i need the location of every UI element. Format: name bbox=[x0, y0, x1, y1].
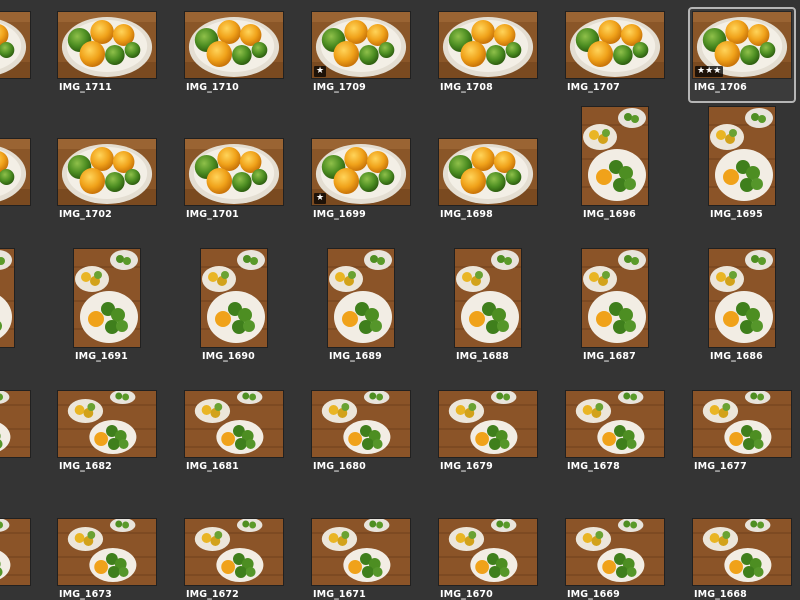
photo-filename-label: IMG_1690 bbox=[202, 351, 255, 362]
photo-browser-grid[interactable]: IMG_1711 IMG_1710 ★ IMG_1709 IMG_1708 IM… bbox=[0, 0, 800, 600]
photo-filename-label: IMG_1688 bbox=[456, 351, 509, 362]
photo-filename-label: IMG_1695 bbox=[710, 209, 763, 220]
photo-thumbnail[interactable] bbox=[582, 107, 648, 205]
photo-thumbnail[interactable] bbox=[58, 12, 156, 78]
photo-thumbnail[interactable]: ★ bbox=[312, 139, 410, 205]
photo-thumbnail[interactable] bbox=[455, 249, 521, 347]
photo-filename-label: IMG_1698 bbox=[440, 209, 493, 220]
photo-filename-label: IMG_1708 bbox=[440, 82, 493, 93]
photo-thumbnail[interactable] bbox=[312, 519, 410, 585]
photo-filename-label: IMG_1673 bbox=[59, 589, 112, 600]
photo-filename-label: IMG_1701 bbox=[186, 209, 239, 220]
photo-filename-label: IMG_1706 bbox=[694, 82, 747, 93]
photo-thumbnail[interactable] bbox=[201, 249, 267, 347]
photo-thumbnail[interactable] bbox=[185, 139, 283, 205]
photo-thumbnail[interactable] bbox=[185, 519, 283, 585]
photo-filename-label: IMG_1680 bbox=[313, 461, 366, 472]
photo-filename-label: IMG_1678 bbox=[567, 461, 620, 472]
photo-thumbnail[interactable] bbox=[0, 139, 30, 205]
photo-filename-label: IMG_1669 bbox=[567, 589, 620, 600]
photo-filename-label: IMG_1689 bbox=[329, 351, 382, 362]
photo-filename-label: IMG_1670 bbox=[440, 589, 493, 600]
photo-filename-label: IMG_1710 bbox=[186, 82, 239, 93]
photo-thumbnail[interactable] bbox=[566, 519, 664, 585]
photo-thumbnail[interactable] bbox=[185, 12, 283, 78]
photo-thumbnail[interactable] bbox=[439, 12, 537, 78]
photo-thumbnail[interactable] bbox=[328, 249, 394, 347]
photo-filename-label: IMG_1677 bbox=[694, 461, 747, 472]
photo-thumbnail[interactable] bbox=[566, 391, 664, 457]
photo-thumbnail[interactable] bbox=[0, 12, 30, 78]
photo-filename-label: IMG_1679 bbox=[440, 461, 493, 472]
photo-thumbnail[interactable] bbox=[58, 139, 156, 205]
photo-thumbnail[interactable] bbox=[0, 249, 14, 347]
photo-thumbnail[interactable] bbox=[439, 139, 537, 205]
photo-thumbnail[interactable] bbox=[185, 391, 283, 457]
photo-thumbnail[interactable] bbox=[693, 391, 791, 457]
photo-thumbnail[interactable] bbox=[709, 249, 775, 347]
photo-filename-label: IMG_1682 bbox=[59, 461, 112, 472]
photo-thumbnail[interactable] bbox=[693, 519, 791, 585]
photo-thumbnail[interactable] bbox=[58, 519, 156, 585]
photo-filename-label: IMG_1709 bbox=[313, 82, 366, 93]
photo-filename-label: IMG_1691 bbox=[75, 351, 128, 362]
photo-thumbnail[interactable] bbox=[312, 391, 410, 457]
photo-filename-label: IMG_1686 bbox=[710, 351, 763, 362]
star-rating-badge: ★★★ bbox=[695, 66, 724, 77]
photo-filename-label: IMG_1699 bbox=[313, 209, 366, 220]
photo-thumbnail[interactable] bbox=[74, 249, 140, 347]
photo-thumbnail[interactable]: ★★★ bbox=[693, 12, 791, 78]
photo-thumbnail[interactable] bbox=[709, 107, 775, 205]
photo-thumbnail[interactable] bbox=[582, 249, 648, 347]
photo-thumbnail[interactable] bbox=[439, 391, 537, 457]
photo-filename-label: IMG_1696 bbox=[583, 209, 636, 220]
photo-filename-label: IMG_1707 bbox=[567, 82, 620, 93]
photo-filename-label: IMG_1668 bbox=[694, 589, 747, 600]
photo-filename-label: IMG_1687 bbox=[583, 351, 636, 362]
photo-thumbnail[interactable]: ★ bbox=[312, 12, 410, 78]
photo-thumbnail[interactable] bbox=[58, 391, 156, 457]
photo-thumbnail[interactable] bbox=[0, 391, 30, 457]
photo-filename-label: IMG_1681 bbox=[186, 461, 239, 472]
photo-thumbnail[interactable] bbox=[0, 519, 30, 585]
photo-filename-label: IMG_1671 bbox=[313, 589, 366, 600]
photo-filename-label: IMG_1702 bbox=[59, 209, 112, 220]
photo-filename-label: IMG_1672 bbox=[186, 589, 239, 600]
star-rating-badge: ★ bbox=[314, 66, 327, 77]
photo-thumbnail[interactable] bbox=[439, 519, 537, 585]
star-rating-badge: ★ bbox=[314, 193, 327, 204]
photo-thumbnail[interactable] bbox=[566, 12, 664, 78]
photo-filename-label: IMG_1711 bbox=[59, 82, 112, 93]
